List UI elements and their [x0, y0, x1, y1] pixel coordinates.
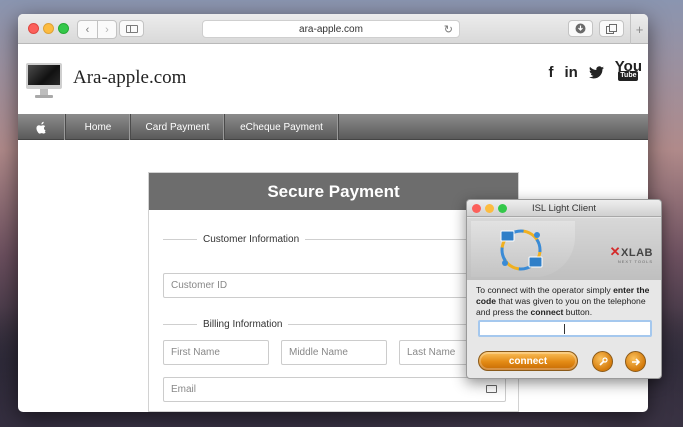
isl-titlebar: ISL Light Client	[467, 200, 661, 217]
tabs-icon	[606, 23, 617, 34]
billing-info-heading: Billing Information	[163, 319, 504, 330]
text-cursor	[564, 324, 565, 334]
isl-minimize-button[interactable]	[485, 204, 494, 213]
settings-round-button[interactable]	[592, 351, 613, 372]
isl-zoom-button[interactable]	[498, 204, 507, 213]
history-buttons: ‹ ›	[77, 20, 117, 39]
youtube-icon[interactable]: You Tube	[615, 59, 642, 81]
downloads-button[interactable]	[568, 20, 593, 37]
email-field[interactable]: Email	[163, 377, 506, 402]
zoom-window-button[interactable]	[58, 23, 69, 34]
isl-light-client-window: ISL Light Client ✕XLAB NEXT TOOLS To con…	[466, 199, 662, 379]
minimize-window-button[interactable]	[43, 23, 54, 34]
sidebar-icon	[125, 24, 138, 33]
forward-button[interactable]: ›	[97, 21, 116, 38]
social-links: f in You Tube	[548, 59, 642, 81]
isl-close-button[interactable]	[472, 204, 481, 213]
connection-graphic-icon	[471, 221, 575, 277]
address-bar[interactable]: ara-apple.com ↻	[202, 20, 460, 38]
nav-home[interactable]: Home	[66, 114, 131, 140]
site-header: Ara-apple.com f in You Tube	[18, 45, 648, 115]
isl-title: ISL Light Client	[531, 202, 597, 214]
payment-form: Secure Payment Customer Information Cust…	[148, 172, 519, 412]
session-code-input[interactable]	[478, 320, 652, 337]
new-tab-button[interactable]: +	[630, 14, 648, 44]
site-brand[interactable]: Ara-apple.com	[73, 67, 186, 89]
twitter-icon[interactable]	[588, 65, 604, 79]
customer-info-heading: Customer Information	[163, 234, 504, 245]
isl-instructions: To connect with the operator simply ente…	[476, 285, 650, 317]
first-name-field[interactable]: First Name	[163, 340, 269, 365]
nav-echeque-payment[interactable]: eCheque Payment	[225, 114, 339, 140]
middle-name-field[interactable]: Middle Name	[281, 340, 387, 365]
url-text: ara-apple.com	[299, 23, 363, 35]
browser-toolbar: ‹ › ara-apple.com ↻ +	[18, 14, 648, 44]
sidebar-toggle-button[interactable]	[119, 20, 144, 37]
nav-apple-home[interactable]	[18, 114, 66, 140]
arrow-right-icon	[631, 357, 640, 366]
exit-round-button[interactable]	[625, 351, 646, 372]
connect-button[interactable]: connect	[478, 351, 578, 371]
reload-icon[interactable]: ↻	[444, 23, 453, 36]
mail-icon	[486, 385, 497, 393]
close-window-button[interactable]	[28, 23, 39, 34]
isl-banner: ✕XLAB NEXT TOOLS	[467, 218, 661, 280]
linkedin-icon[interactable]: in	[564, 64, 577, 81]
tabs-overview-button[interactable]	[599, 20, 624, 37]
wrench-icon	[598, 356, 608, 366]
xlab-logo: ✕XLAB NEXT TOOLS	[609, 244, 653, 264]
email-placeholder: Email	[171, 384, 197, 395]
nav-card-payment[interactable]: Card Payment	[131, 114, 225, 140]
back-button[interactable]: ‹	[78, 21, 97, 38]
facebook-icon[interactable]: f	[548, 64, 553, 81]
form-title: Secure Payment	[149, 173, 518, 210]
apple-icon	[36, 121, 46, 134]
main-nav: Home Card Payment eCheque Payment	[18, 114, 648, 140]
customer-id-field[interactable]: Customer ID	[163, 273, 506, 298]
imac-logo-icon	[26, 63, 62, 99]
download-icon	[575, 23, 586, 34]
